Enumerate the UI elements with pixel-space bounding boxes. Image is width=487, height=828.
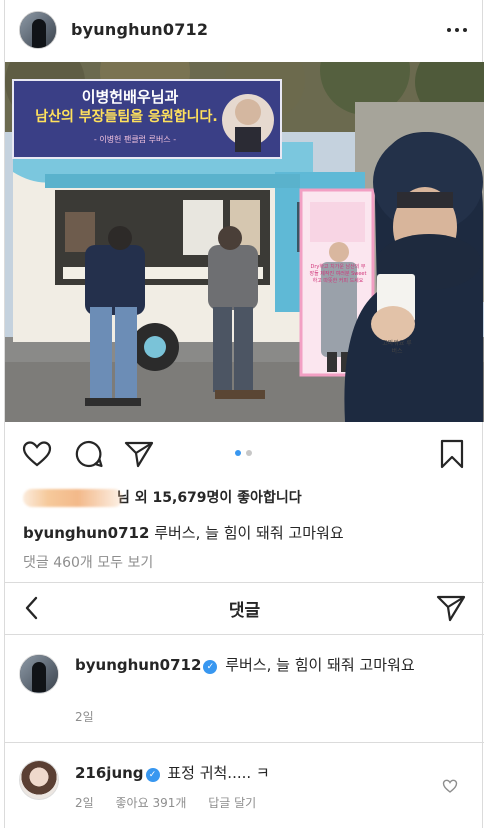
like-heart-icon[interactable] <box>21 438 53 470</box>
post-photo[interactable]: 이병헌배우님과 남산의 부장들팀을 응원합니다. - 이병헌 팬클럽 루버스 -… <box>5 62 484 422</box>
cup-text: 고마워요 루버스 <box>382 340 412 355</box>
post-header: byunghun0712 <box>5 0 484 62</box>
comments-header: 댓글 <box>5 582 484 634</box>
comment-body: 루버스, 늘 힘이 돼줘 고마워요 <box>225 656 415 674</box>
comment-meta: 2일 <box>75 708 112 725</box>
likes-count[interactable]: 님 외 15,679명이 좋아합니다 <box>23 487 302 507</box>
comment-time: 2일 <box>75 796 94 810</box>
banner-text-line2: 남산의 부장들팀을 응원합니다. <box>35 109 218 125</box>
comment-icon[interactable] <box>73 438 105 470</box>
post-caption: byunghun0712 루버스, 늘 힘이 돼줘 고마워요 <box>23 522 344 543</box>
comment-text: 216jung ✓ 표정 귀척..... ㅋ <box>75 763 444 784</box>
verified-badge-icon: ✓ <box>203 660 218 674</box>
carousel-indicator <box>235 450 252 456</box>
comment-like-heart-icon[interactable] <box>442 778 458 794</box>
more-options-icon[interactable] <box>444 20 470 40</box>
comment-item: 216jung ✓ 표정 귀척..... ㅋ 2일 좋아요 391개 답글 달기 <box>5 742 484 828</box>
view-all-comments-link[interactable]: 댓글 460개 모두 보기 <box>23 552 153 572</box>
verified-badge-icon: ✓ <box>145 768 160 782</box>
post-action-bar <box>5 432 484 476</box>
avatar[interactable] <box>19 11 57 49</box>
comments-title: 댓글 <box>228 601 261 621</box>
comment-item: byunghun0712 ✓ 루버스, 늘 힘이 돼줘 고마워요 2일 <box>5 634 484 742</box>
carousel-dot <box>246 450 252 456</box>
comment-time: 2일 <box>75 710 94 724</box>
bookmark-icon[interactable] <box>436 438 468 470</box>
comment-likes-link[interactable]: 좋아요 391개 <box>116 796 187 810</box>
banner-small-text: - 이병헌 팬클럽 루버스 - <box>93 135 177 144</box>
avatar[interactable] <box>19 654 59 694</box>
comment-username[interactable]: 216jung <box>75 764 144 782</box>
comment-text: byunghun0712 ✓ 루버스, 늘 힘이 돼줘 고마워요 <box>75 655 444 676</box>
instagram-post-frame: byunghun0712 이병헌배우님과 남산의 부장들팀을 응원합니다. - … <box>4 0 484 828</box>
comment-meta: 2일 좋아요 391개 답글 달기 <box>75 794 274 811</box>
caption-text: 루버스, 늘 힘이 돼줘 고마워요 <box>154 524 344 542</box>
caption-username[interactable]: byunghun0712 <box>23 524 149 542</box>
standee-text: Dry하고 치가운 남산의 부장들 제작진 여러분 Sweet하고 따뜻한 커피… <box>309 264 367 284</box>
likes-text: 외 15,679명이 좋아합니다 <box>134 490 302 506</box>
share-send-icon[interactable] <box>123 438 155 470</box>
blurred-username <box>23 489 123 507</box>
post-username[interactable]: byunghun0712 <box>71 20 208 39</box>
banner-text-line1: 이병헌배우님과 <box>81 88 179 106</box>
carousel-dot-active <box>235 450 241 456</box>
comment-username[interactable]: byunghun0712 <box>75 656 201 674</box>
comment-body: 표정 귀척..... ㅋ <box>167 764 270 782</box>
reply-link[interactable]: 답글 달기 <box>208 796 256 810</box>
direct-send-icon[interactable] <box>436 594 466 622</box>
avatar[interactable] <box>19 760 59 800</box>
